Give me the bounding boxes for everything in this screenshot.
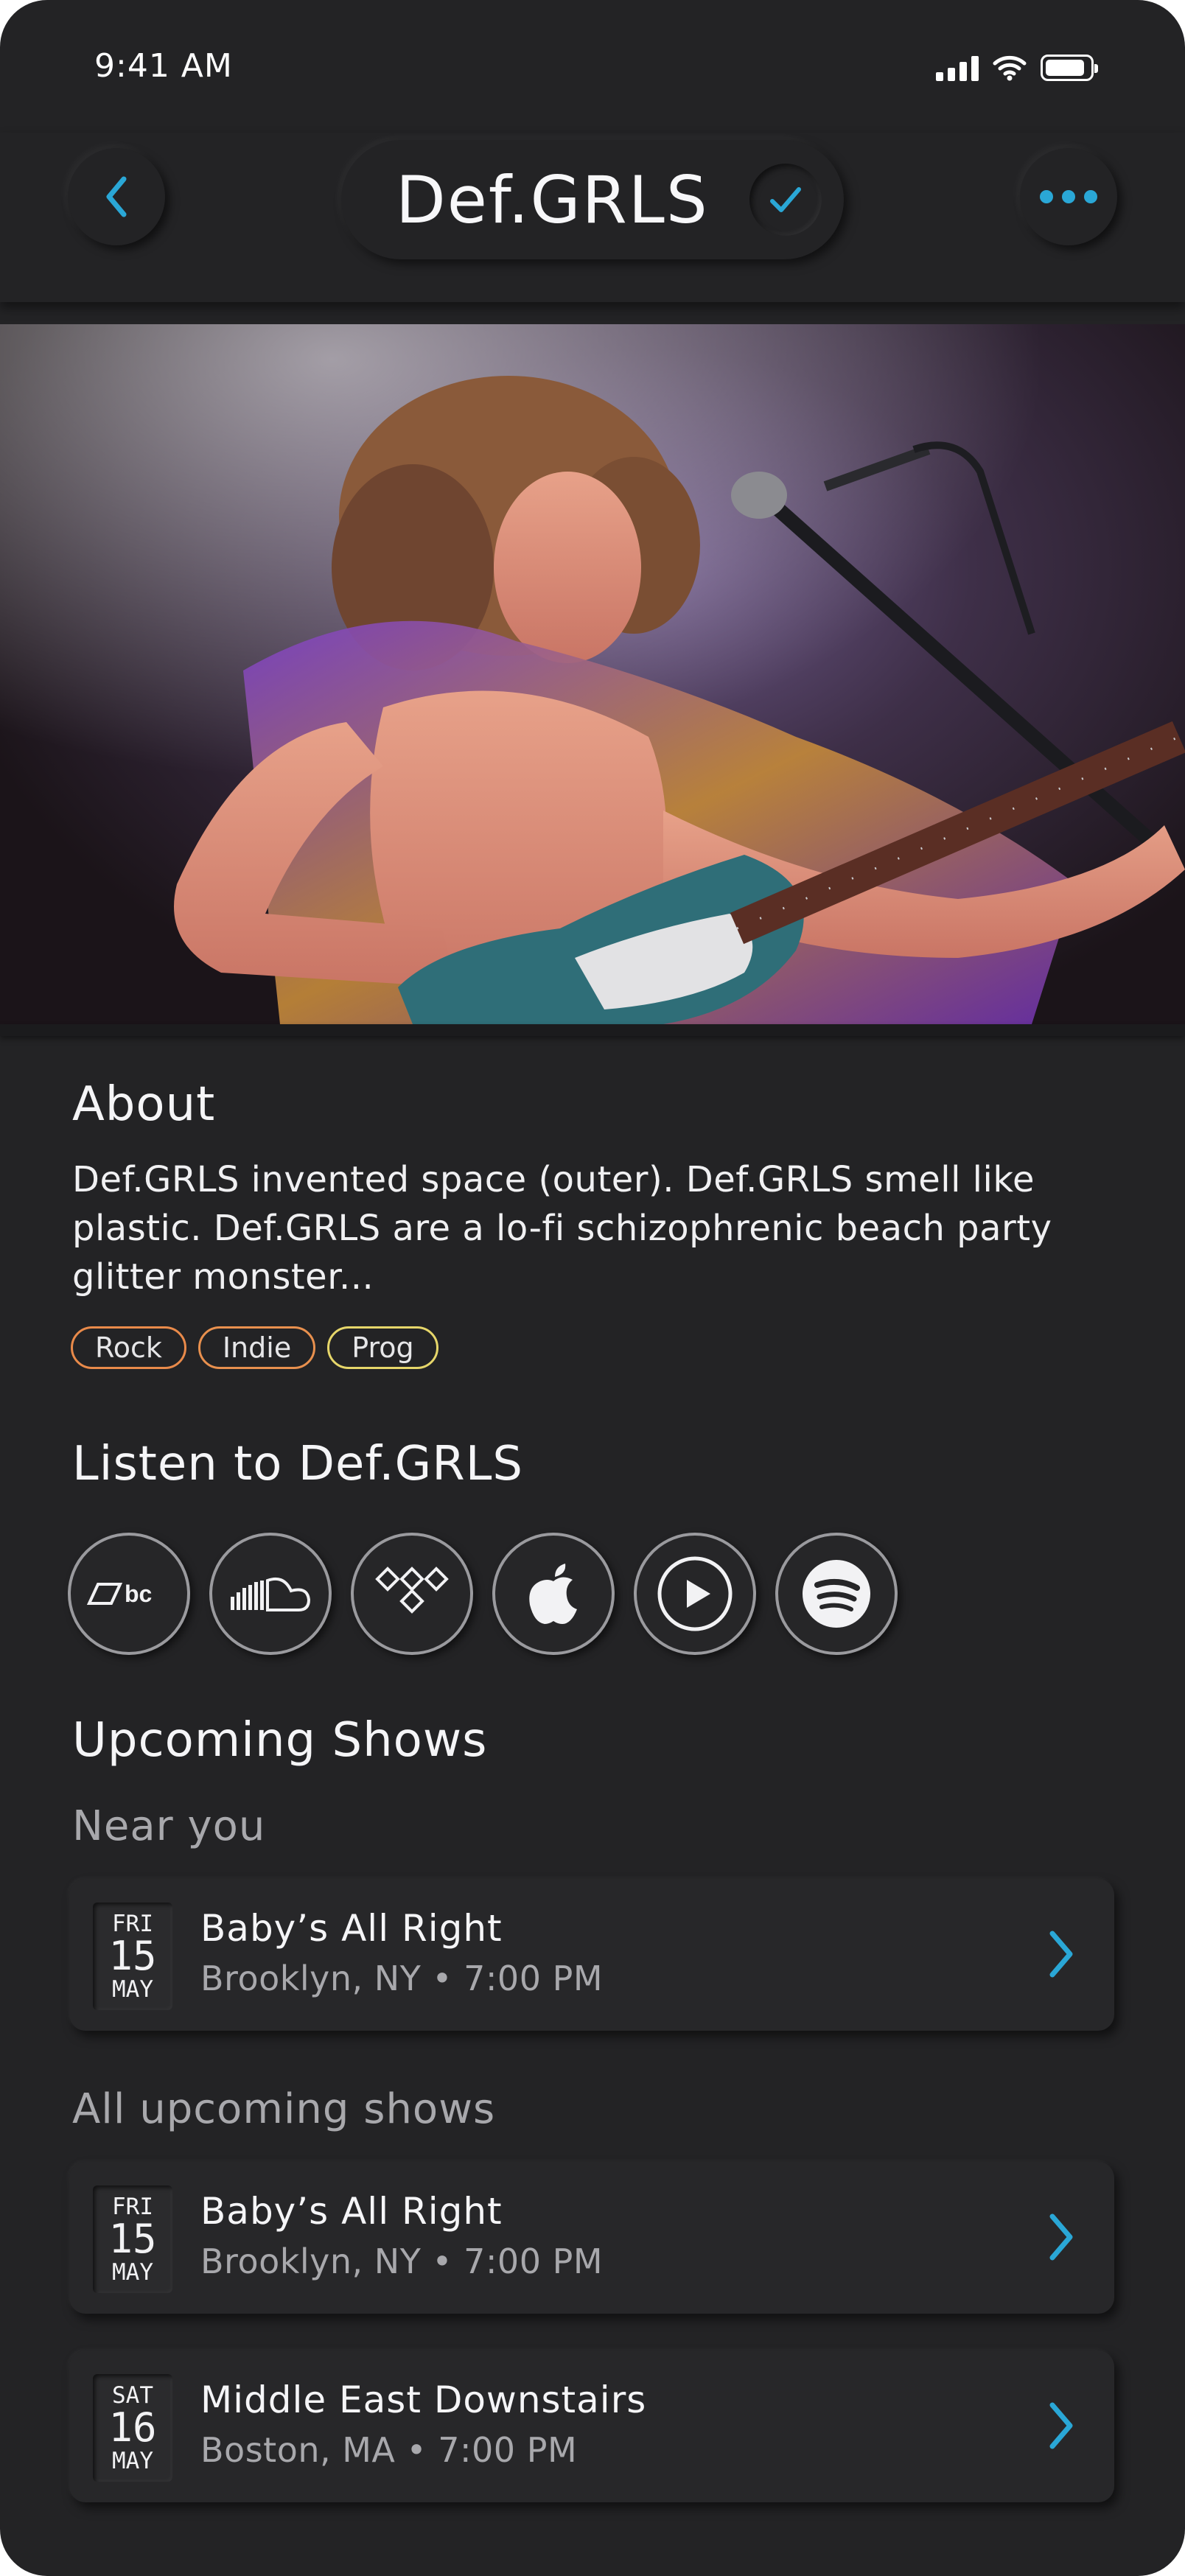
svg-text:bc: bc xyxy=(125,1581,152,1607)
performer-photo xyxy=(0,324,1185,1024)
signal-icon xyxy=(936,55,979,81)
show-venue: Baby’s All Right xyxy=(200,1907,503,1950)
status-icons xyxy=(936,52,1098,84)
genre-tags: Rock Indie Prog xyxy=(71,1326,438,1369)
artist-hero-image xyxy=(0,324,1185,1024)
show-card[interactable]: SAT 16 MAY Middle East Downstairs Boston… xyxy=(69,2351,1114,2502)
bandcamp-button[interactable]: bc xyxy=(68,1533,190,1655)
genre-tag-rock[interactable]: Rock xyxy=(71,1326,186,1369)
follow-toggle[interactable] xyxy=(749,164,822,236)
soundcloud-icon xyxy=(231,1577,311,1611)
show-date: FRI 15 MAY xyxy=(93,1903,172,2010)
nav-bar: Def.GRLS xyxy=(0,133,1185,302)
near-you-label: Near you xyxy=(72,1802,266,1850)
show-location-time: Brooklyn, NY • 7:00 PM xyxy=(200,1959,604,1998)
show-date: FRI 15 MAY xyxy=(93,2185,172,2293)
tidal-button[interactable] xyxy=(351,1533,473,1655)
listen-heading: Listen to Def.GRLS xyxy=(72,1437,523,1491)
status-time: 9:41 AM xyxy=(94,47,233,85)
shows-heading: Upcoming Shows xyxy=(72,1713,488,1768)
show-month: MAY xyxy=(112,2448,153,2474)
all-shows-label: All upcoming shows xyxy=(72,2085,496,2133)
show-month: MAY xyxy=(112,2259,153,2286)
artist-screen: 9:41 AM Def.GRLS About Def.GRLS invented… xyxy=(0,0,1185,2576)
artist-name: Def.GRLS xyxy=(396,162,709,238)
soundcloud-button[interactable] xyxy=(209,1533,332,1655)
chevron-right-icon xyxy=(1049,2402,1073,2449)
hero-divider xyxy=(0,1024,1185,1036)
wifi-icon xyxy=(993,55,1027,81)
show-date: SAT 16 MAY xyxy=(93,2374,172,2482)
show-day: 15 xyxy=(108,1933,157,1979)
apple-music-button[interactable] xyxy=(492,1533,615,1655)
genre-tag-prog[interactable]: Prog xyxy=(327,1326,438,1369)
chevron-left-icon xyxy=(106,176,127,217)
show-venue: Middle East Downstairs xyxy=(200,2379,647,2421)
about-heading: About xyxy=(72,1077,216,1132)
chevron-right-icon xyxy=(1049,2213,1073,2261)
back-button[interactable] xyxy=(68,148,165,245)
show-venue: Baby’s All Right xyxy=(200,2190,503,2233)
show-card[interactable]: FRI 15 MAY Baby’s All Right Brooklyn, NY… xyxy=(69,1879,1114,2031)
show-day: 16 xyxy=(108,2404,157,2451)
artist-title-pill: Def.GRLS xyxy=(341,140,844,259)
about-description: Def.GRLS invented space (outer). Def.GRL… xyxy=(72,1159,1052,1298)
spotify-button[interactable] xyxy=(775,1533,898,1655)
battery-icon xyxy=(1041,55,1098,81)
show-month: MAY xyxy=(112,1976,153,2003)
youtube-button[interactable] xyxy=(634,1533,756,1655)
check-icon xyxy=(770,187,801,212)
tidal-icon xyxy=(375,1567,449,1614)
apple-music-icon xyxy=(529,1564,577,1624)
streaming-services: bc xyxy=(68,1533,898,1655)
show-card[interactable]: FRI 15 MAY Baby’s All Right Brooklyn, NY… xyxy=(69,2162,1114,2314)
show-day: 15 xyxy=(108,2216,157,2262)
genre-tag-indie[interactable]: Indie xyxy=(198,1326,316,1369)
youtube-icon xyxy=(657,1556,733,1631)
more-dots-icon xyxy=(1040,190,1097,203)
bandcamp-icon: bc xyxy=(86,1581,152,1607)
chevron-right-icon xyxy=(1049,1931,1073,1978)
more-options-button[interactable] xyxy=(1020,148,1117,245)
show-location-time: Boston, MA • 7:00 PM xyxy=(200,2430,578,2470)
show-location-time: Brooklyn, NY • 7:00 PM xyxy=(200,2241,604,2281)
spotify-icon xyxy=(803,1560,870,1628)
status-bar: 9:41 AM xyxy=(0,0,1185,133)
